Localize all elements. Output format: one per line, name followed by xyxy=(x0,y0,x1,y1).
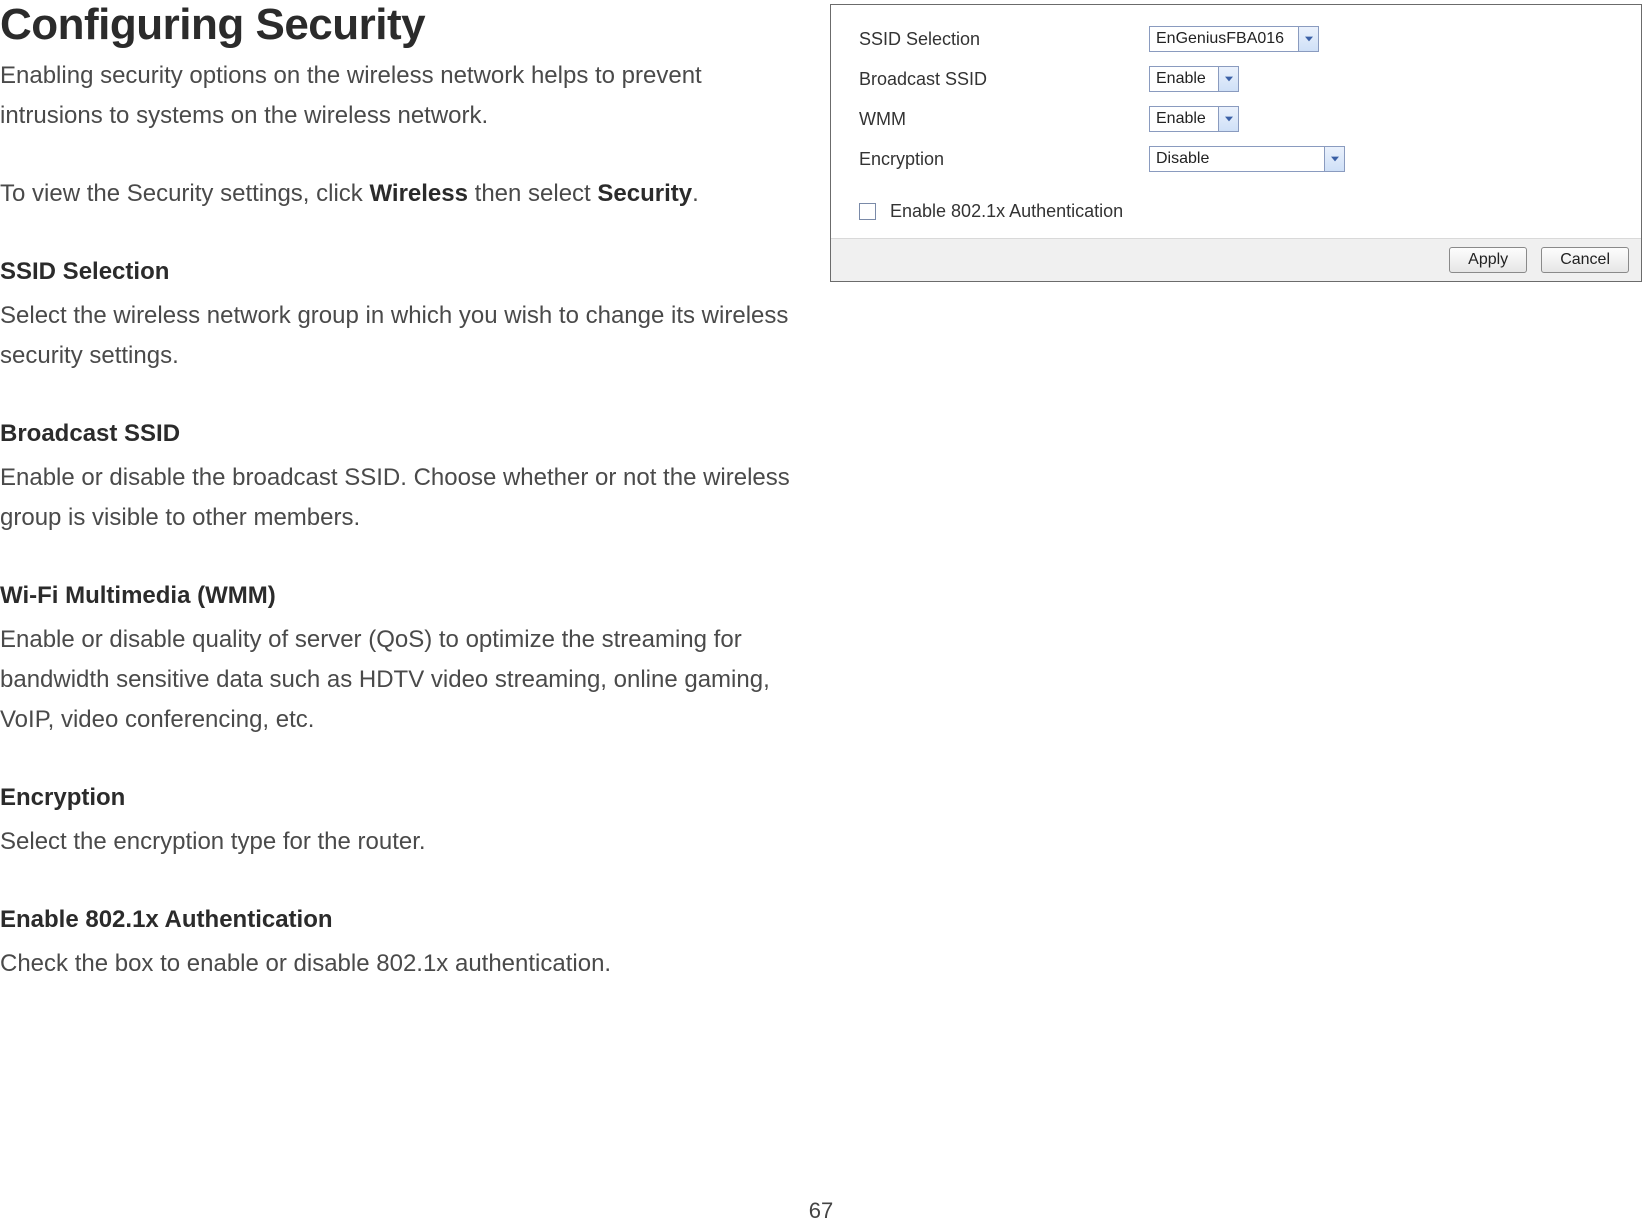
label-8021x: Enable 802.1x Authentication xyxy=(890,201,1123,222)
section-body-broadcast: Enable or disable the broadcast SSID. Ch… xyxy=(0,458,790,538)
section-heading-auth: Enable 802.1x Authentication xyxy=(0,900,790,940)
chevron-down-icon xyxy=(1298,27,1318,51)
select-wmm[interactable]: Enable xyxy=(1149,106,1239,132)
chevron-down-icon xyxy=(1218,67,1238,91)
select-ssid-value: EnGeniusFBA016 xyxy=(1150,27,1298,51)
panel-footer: Apply Cancel xyxy=(831,238,1641,281)
select-encryption[interactable]: Disable xyxy=(1149,146,1345,172)
chevron-down-icon xyxy=(1218,107,1238,131)
select-encryption-value: Disable xyxy=(1150,147,1324,171)
row-broadcast-ssid: Broadcast SSID Enable xyxy=(859,59,1623,99)
nav-bold-security: Security xyxy=(597,180,692,207)
select-broadcast-value: Enable xyxy=(1150,67,1218,91)
select-broadcast-ssid[interactable]: Enable xyxy=(1149,66,1239,92)
section-heading-encryption: Encryption xyxy=(0,778,790,818)
intro-paragraph: Enabling security options on the wireles… xyxy=(0,56,790,136)
label-wmm: WMM xyxy=(859,109,1149,130)
section-body-ssid: Select the wireless network group in whi… xyxy=(0,296,790,376)
apply-button[interactable]: Apply xyxy=(1449,247,1527,273)
cancel-button[interactable]: Cancel xyxy=(1541,247,1629,273)
label-encryption: Encryption xyxy=(859,149,1149,170)
select-ssid[interactable]: EnGeniusFBA016 xyxy=(1149,26,1319,52)
settings-panel-column: SSID Selection EnGeniusFBA016 Broadcast … xyxy=(830,4,1642,282)
page-number: 67 xyxy=(0,1198,1642,1224)
row-encryption: Encryption Disable xyxy=(859,139,1623,179)
section-body-encryption: Select the encryption type for the route… xyxy=(0,822,790,862)
section-heading-wmm: Wi-Fi Multimedia (WMM) xyxy=(0,576,790,616)
chevron-down-icon xyxy=(1324,147,1344,171)
section-body-auth: Check the box to enable or disable 802.1… xyxy=(0,944,790,984)
nav-text: then select xyxy=(468,180,597,207)
select-wmm-value: Enable xyxy=(1150,107,1218,131)
checkbox-8021x[interactable] xyxy=(859,203,876,220)
row-8021x-auth: Enable 802.1x Authentication xyxy=(859,201,1623,222)
row-ssid-selection: SSID Selection EnGeniusFBA016 xyxy=(859,19,1623,59)
nav-text: . xyxy=(692,180,699,207)
section-heading-broadcast: Broadcast SSID xyxy=(0,414,790,454)
label-ssid-selection: SSID Selection xyxy=(859,29,1149,50)
section-heading-ssid: SSID Selection xyxy=(0,252,790,292)
security-settings-panel: SSID Selection EnGeniusFBA016 Broadcast … xyxy=(830,4,1642,282)
section-body-wmm: Enable or disable quality of server (QoS… xyxy=(0,620,790,740)
doc-left-column: Configuring Security Enabling security o… xyxy=(0,0,810,984)
nav-bold-wireless: Wireless xyxy=(369,180,468,207)
page-title: Configuring Security xyxy=(0,0,790,50)
row-wmm: WMM Enable xyxy=(859,99,1623,139)
nav-paragraph: To view the Security settings, click Wir… xyxy=(0,174,790,214)
panel-body: SSID Selection EnGeniusFBA016 Broadcast … xyxy=(831,5,1641,238)
nav-text: To view the Security settings, click xyxy=(0,180,369,207)
label-broadcast-ssid: Broadcast SSID xyxy=(859,69,1149,90)
